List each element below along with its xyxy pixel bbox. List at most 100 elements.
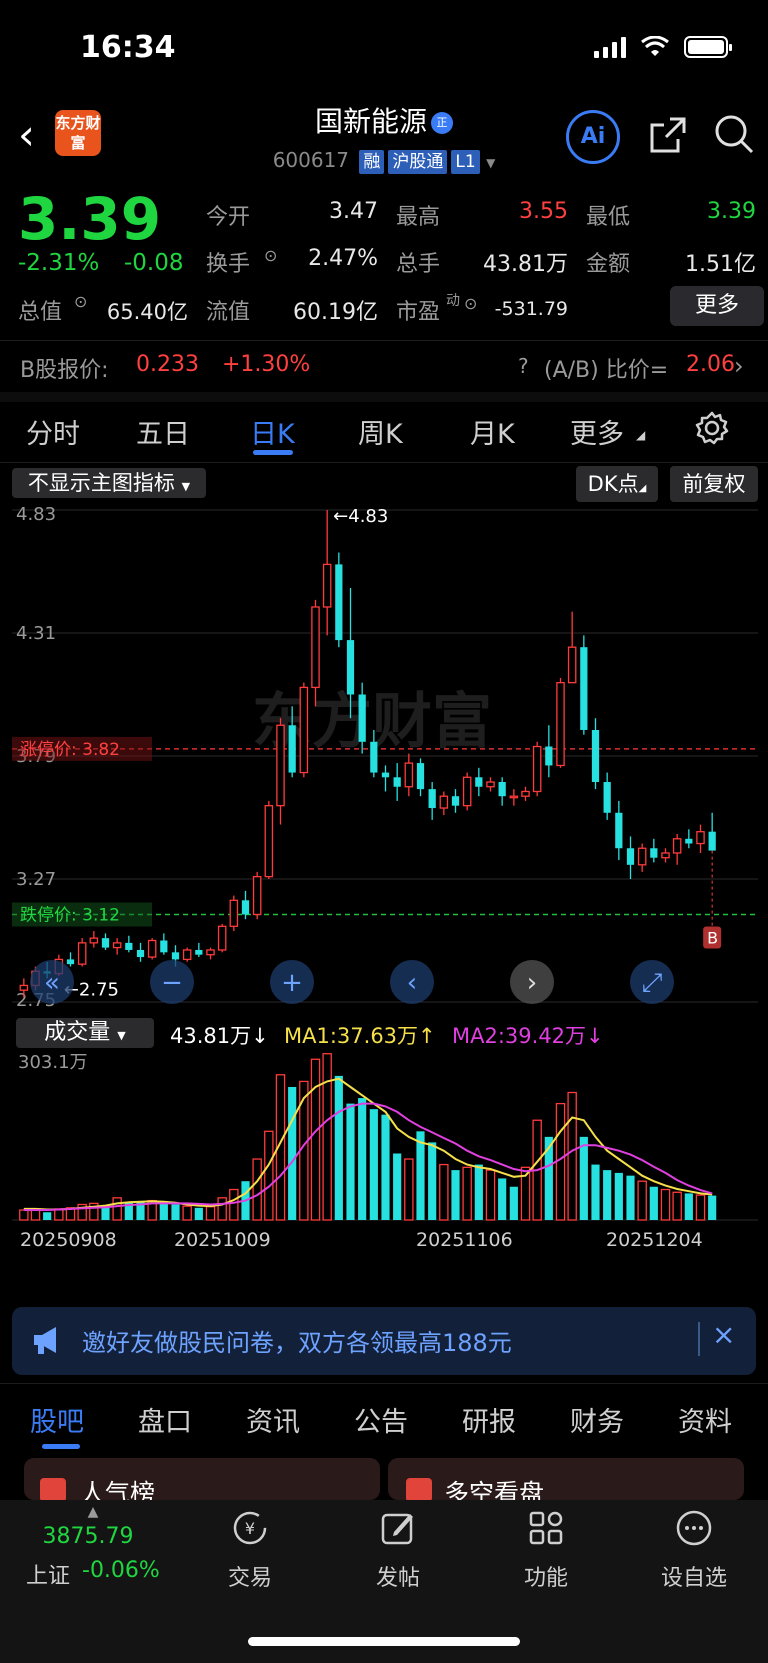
zoom-in-icon[interactable]: +	[270, 960, 314, 1004]
candle-body	[77, 942, 87, 965]
candle-body	[136, 949, 145, 958]
tab-research[interactable]: 研报	[462, 1400, 516, 1439]
zoom-out-icon[interactable]: −	[150, 960, 194, 1004]
open-value: 3.47	[329, 199, 378, 224]
tag-connect: 沪股通	[388, 150, 448, 174]
stock-code: 600617	[272, 148, 350, 172]
tab-financials[interactable]: 财务	[570, 1400, 624, 1439]
nav-functions[interactable]: 功能	[476, 1508, 616, 1592]
svg-text:+: +	[281, 968, 303, 998]
ai-button[interactable]: Ai	[566, 110, 620, 164]
close-icon[interactable]: ×	[712, 1318, 735, 1351]
candle-body	[591, 729, 600, 783]
candle-body	[475, 777, 483, 787]
volume-bar	[358, 1098, 367, 1220]
more-quote-button[interactable]: 更多	[670, 286, 764, 326]
indicator-select-label: 不显示主图指标	[27, 471, 175, 495]
volume-latest-arrow: ↓	[251, 1024, 269, 1048]
tab-five-day[interactable]: 五日	[136, 412, 190, 451]
help-icon[interactable]: ?	[518, 354, 529, 378]
candle-body	[346, 640, 355, 695]
info-dots-icon[interactable]: ⊙	[464, 294, 477, 313]
nav-label: 功能	[523, 1566, 568, 1591]
tab-daily-k[interactable]: 日K	[250, 412, 295, 451]
y-max-label: 303.1万	[18, 1052, 88, 1073]
chevron-right-icon[interactable]: ›	[510, 960, 554, 1004]
index-value[interactable]: 3875.79	[0, 1524, 176, 1549]
nav-trade[interactable]: ¥ 交易	[180, 1508, 320, 1592]
search-icon[interactable]	[712, 112, 756, 156]
change-value: -0.08	[124, 250, 184, 276]
volume-bar	[672, 1191, 682, 1221]
volume-bar	[217, 1197, 227, 1221]
gear-icon[interactable]	[694, 410, 730, 446]
divider	[0, 392, 768, 402]
share-icon[interactable]	[648, 115, 688, 155]
volume-bar	[614, 1172, 623, 1220]
home-indicator[interactable]	[248, 1637, 520, 1646]
divider	[698, 1322, 700, 1356]
tab-announcements[interactable]: 公告	[354, 1400, 408, 1439]
candle-body	[708, 831, 716, 851]
card-popularity[interactable]: 人气榜	[24, 1458, 380, 1508]
indicator-select[interactable]: 不显示主图指标 ▼	[12, 468, 206, 498]
x-tick-label: 20251106	[416, 1229, 513, 1251]
tab-monthly-k[interactable]: 月K	[470, 412, 515, 451]
tab-forum[interactable]: 股吧	[30, 1400, 84, 1439]
turnover-value: 2.47%	[308, 246, 378, 271]
candle-body	[580, 647, 588, 730]
chevron-right-icon[interactable]: ›	[734, 352, 744, 380]
more-dots-icon	[676, 1510, 712, 1546]
chevron-left-icon[interactable]: ‹	[390, 960, 434, 1004]
svg-text:¥: ¥	[245, 1519, 255, 1538]
tab-weekly-k[interactable]: 周K	[358, 412, 403, 451]
svg-text:«: «	[44, 968, 60, 998]
dk-points-button[interactable]: DK点◢	[576, 466, 658, 502]
change-percent: -2.31%	[18, 250, 100, 276]
tab-more[interactable]: 更多	[570, 412, 624, 451]
volume-bar	[416, 1131, 425, 1220]
tab-active-indicator	[42, 1444, 80, 1449]
tab-news[interactable]: 资讯	[246, 1400, 300, 1439]
volume-chart[interactable]: 303.1万 20250908 20251009 20251106 20251204	[12, 1048, 758, 1264]
volume-bar	[649, 1186, 658, 1220]
tab-profile[interactable]: 资料	[678, 1400, 732, 1439]
promo-text[interactable]: 邀好友做股民问卷，双方各领最高188元	[82, 1323, 512, 1358]
low-label: 最低	[586, 205, 631, 230]
candle-body	[299, 686, 309, 774]
candle-body	[182, 949, 192, 961]
y-tick-label: 4.31	[16, 623, 56, 644]
tab-orderbook[interactable]: 盘口	[138, 1400, 192, 1439]
ab-ratio-label: (A/B) 比价=	[544, 358, 669, 383]
candlestick-chart[interactable]: 4.834.313.793.272.75东方财富涨停价: 3.82跌停价: 3.…	[12, 502, 758, 1010]
chart-icon	[40, 1478, 66, 1502]
vs-icon	[406, 1478, 432, 1502]
info-dots-icon[interactable]: ⊙	[264, 246, 277, 265]
volume-bar	[695, 1194, 706, 1221]
tab-intraday[interactable]: 分时	[26, 412, 80, 451]
volume-bar	[264, 1130, 274, 1221]
volume-bar	[310, 1058, 321, 1221]
volume-indicator-select[interactable]: 成交量 ▼	[16, 1018, 154, 1048]
volume-latest-value: 43.81万	[170, 1024, 252, 1048]
candle-body	[462, 776, 472, 807]
candle-body	[603, 782, 611, 813]
nav-watchlist[interactable]: 设自选	[624, 1508, 764, 1592]
nav-post[interactable]: 发帖	[328, 1508, 468, 1592]
adjust-button[interactable]: 前复权	[670, 466, 758, 502]
fullscreen-icon[interactable]: ⤢	[630, 960, 674, 1004]
ma2-arrow: ↓	[586, 1024, 604, 1048]
volume-bar	[159, 1203, 168, 1220]
volume-bar	[579, 1136, 588, 1220]
volume-bar	[509, 1186, 518, 1220]
candle-body	[241, 900, 250, 915]
info-dots-icon[interactable]: ⊙	[74, 292, 87, 311]
up-arrow-icon: ▲	[87, 1504, 99, 1520]
candle-body	[206, 949, 215, 956]
x-tick-label: 20251204	[606, 1229, 703, 1251]
last-price: 3.39	[18, 185, 162, 253]
bshare-price: 0.233	[136, 352, 199, 377]
wifi-icon	[641, 36, 669, 56]
card-bull-bear[interactable]: 多空看盘	[388, 1458, 744, 1508]
double-chevron-left-icon[interactable]: «	[30, 960, 74, 1004]
